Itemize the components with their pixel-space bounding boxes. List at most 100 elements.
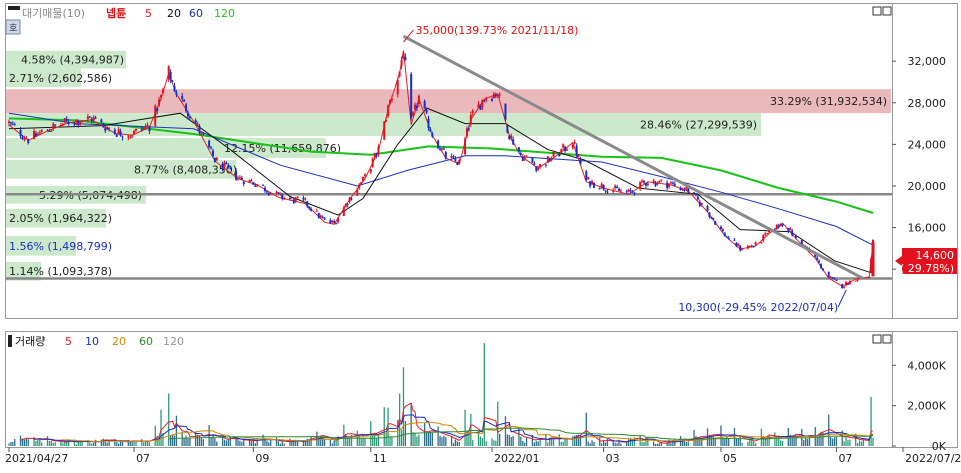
candle-body	[646, 183, 649, 185]
chart-toggle-glyph: 호	[9, 23, 17, 34]
candle-body	[412, 112, 415, 116]
candle-body	[519, 153, 522, 155]
candle-body	[539, 164, 542, 167]
candle-body	[492, 93, 495, 99]
price-axis-label: 32,000	[908, 55, 947, 68]
candle-body	[142, 127, 145, 130]
candle-body	[290, 197, 293, 199]
volume-close-icon[interactable]	[882, 334, 892, 344]
candle-body	[644, 183, 647, 186]
candle-body	[625, 191, 628, 193]
candle-body	[795, 235, 798, 238]
volume-axis-label: 2,000K	[907, 400, 946, 413]
candle-body	[683, 189, 686, 191]
candle-body	[59, 125, 62, 127]
candle-body	[410, 74, 413, 119]
volume-maximize-icon[interactable]	[872, 334, 882, 344]
date-axis-label: 2022/01	[494, 452, 540, 465]
candle-body	[186, 112, 189, 117]
candle-body	[604, 190, 607, 192]
candle-body	[531, 157, 534, 163]
candle-body	[818, 260, 821, 263]
candle-body	[679, 187, 682, 190]
legend-vol-ma60: 60	[139, 335, 153, 348]
candle-body	[537, 167, 540, 170]
candle-body	[119, 131, 122, 136]
candle-body	[9, 122, 12, 124]
candle-body	[698, 201, 701, 206]
candle-body	[371, 158, 374, 167]
candle-body	[306, 201, 309, 207]
candle-body	[627, 189, 630, 192]
candle-body	[252, 182, 255, 185]
candle-body	[854, 280, 857, 282]
candle-body	[754, 242, 757, 245]
candle-body	[660, 179, 663, 181]
candle-body	[591, 181, 594, 184]
candle-body	[464, 138, 467, 155]
candle-body	[746, 246, 749, 249]
candle-body	[269, 192, 272, 195]
candle-body	[200, 131, 203, 133]
supply-zone-label: 4.58% (4,394,987)	[21, 54, 124, 67]
candle-body	[723, 233, 726, 237]
candle-body	[415, 105, 418, 108]
candle-body	[144, 126, 147, 128]
candle-body	[283, 197, 286, 199]
candle-body	[848, 280, 851, 285]
candle-body	[265, 191, 268, 193]
candle-body	[256, 184, 259, 186]
candle-body	[566, 149, 569, 151]
candle-body	[764, 233, 767, 235]
maximize-icon[interactable]	[872, 6, 882, 16]
candle-body	[666, 182, 669, 188]
candle-body	[50, 130, 53, 132]
candle-body	[442, 148, 445, 150]
candle-body	[362, 176, 365, 181]
candle-body	[281, 194, 284, 199]
candle-body	[317, 213, 320, 218]
candle-body	[169, 71, 172, 80]
candle-body	[750, 246, 753, 248]
candle-body	[167, 65, 170, 80]
candle-body	[263, 187, 266, 192]
candle-body	[188, 116, 191, 119]
candle-body	[533, 163, 536, 165]
candle-body	[571, 144, 574, 149]
price-axis-label: 20,000	[908, 180, 947, 193]
candle-body	[21, 137, 24, 139]
price-axis-label: 24,000	[908, 138, 947, 151]
candle-body	[67, 122, 70, 125]
candle-body	[700, 202, 703, 205]
candle-body	[481, 99, 484, 108]
panel-menu-icon[interactable]	[8, 6, 20, 10]
legend-stock-name: 넵튠	[106, 6, 126, 20]
candle-body	[34, 133, 37, 137]
legend-ma120: 120	[214, 7, 235, 20]
candle-body	[521, 156, 524, 161]
candle-body	[288, 197, 291, 199]
candle-body	[344, 203, 347, 207]
candle-body	[617, 188, 620, 191]
candle-body	[829, 276, 832, 278]
candle-body	[346, 204, 349, 206]
candle-body	[733, 239, 736, 241]
candle-body	[821, 268, 824, 271]
candle-body	[310, 208, 313, 211]
candle-body	[242, 181, 245, 184]
candle-body	[827, 272, 830, 278]
candle-body	[471, 110, 474, 114]
candle-body	[390, 98, 393, 101]
candle-body	[19, 129, 22, 137]
candle-body	[423, 101, 426, 109]
legend-ma5: 5	[145, 7, 152, 20]
candle-body	[791, 230, 794, 236]
close-icon[interactable]	[882, 6, 892, 16]
candle-body	[113, 129, 116, 134]
candle-body	[868, 277, 871, 279]
candle-body	[506, 125, 509, 133]
volume-menu-icon[interactable]	[8, 335, 12, 347]
candle-body	[469, 114, 472, 125]
candle-body	[592, 182, 595, 188]
candle-body	[517, 147, 520, 152]
